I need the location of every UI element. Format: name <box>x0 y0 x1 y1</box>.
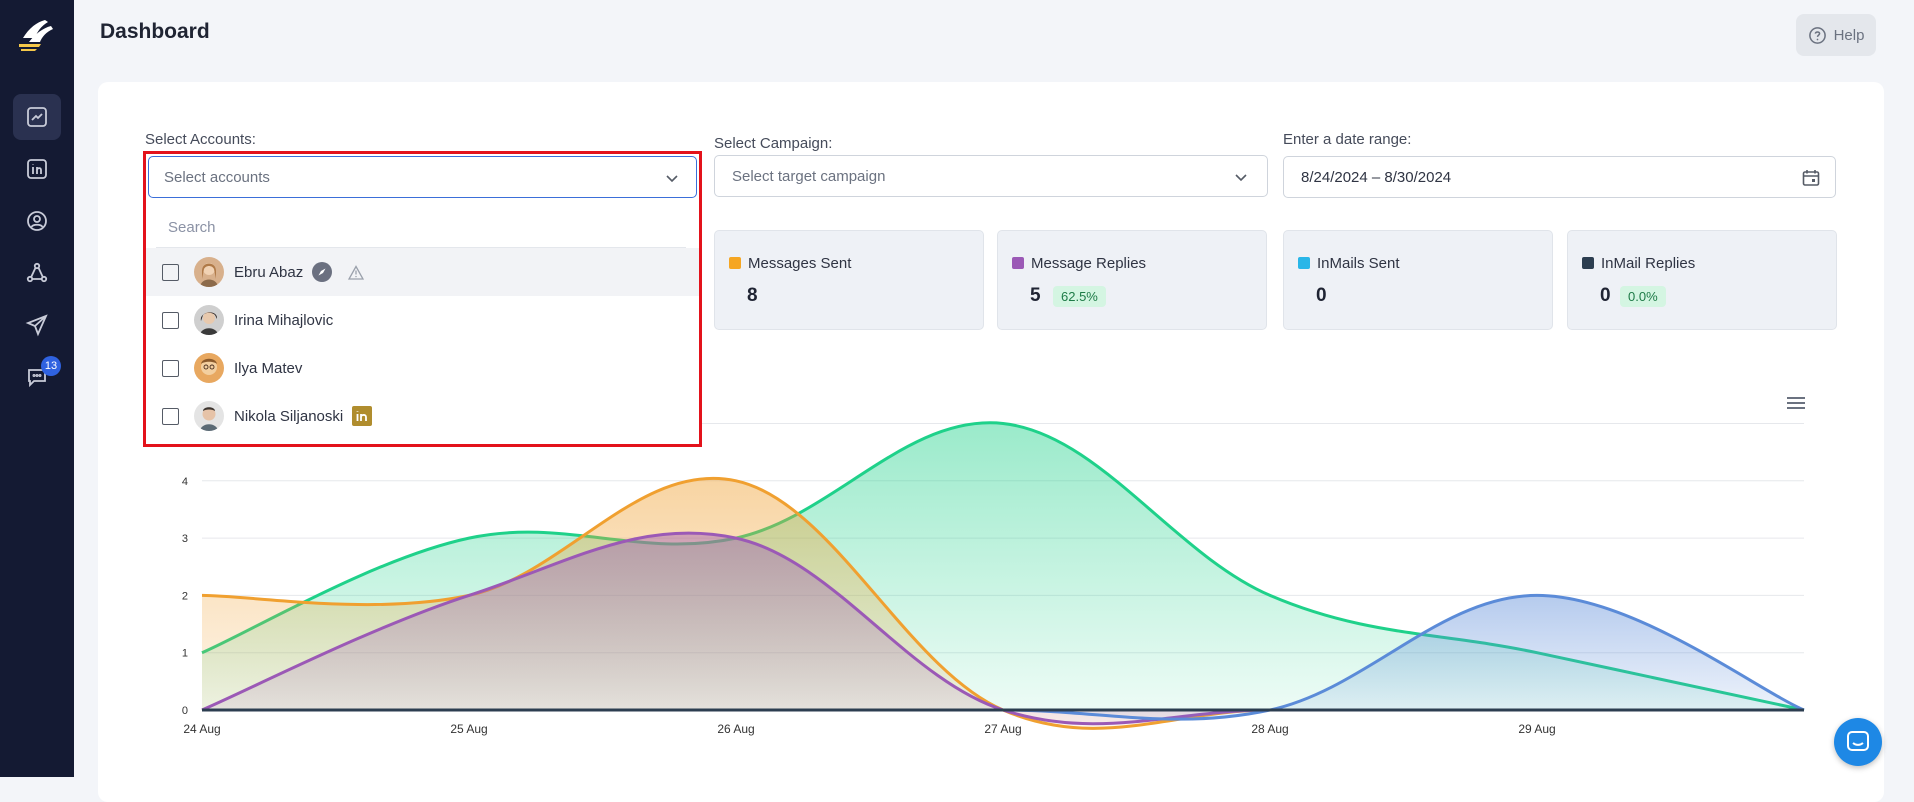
checkbox[interactable] <box>162 311 179 329</box>
account-name: Irina Mihajlovic <box>234 311 334 329</box>
stat-inmail-replies: InMail Replies 0 0.0% <box>1567 230 1837 330</box>
avatar <box>194 401 224 431</box>
checkbox[interactable] <box>162 407 179 425</box>
y-tick-label: 1 <box>182 648 188 660</box>
avatar <box>194 305 224 335</box>
date-range-value: 8/24/2024 – 8/30/2024 <box>1301 168 1452 186</box>
legend-swatch <box>1298 257 1310 269</box>
stat-percent-badge: 0.0% <box>1620 286 1666 307</box>
page-title: Dashboard <box>100 20 210 43</box>
account-name: Nikola Siljanoski <box>234 407 344 425</box>
y-tick-label: 0 <box>182 705 188 717</box>
campaign-select[interactable]: Select target campaign <box>714 155 1268 197</box>
account-option-ilya[interactable]: Ilya Matev <box>146 344 699 392</box>
sidebar-item-profile[interactable] <box>13 198 61 244</box>
stat-value: 0 <box>1316 285 1327 306</box>
account-name: Ilya Matev <box>234 359 303 377</box>
compass-icon <box>312 262 333 282</box>
stat-value: 5 <box>1030 285 1041 306</box>
account-option-ebru[interactable]: Ebru Abaz <box>146 248 699 296</box>
account-name: Ebru Abaz <box>234 263 304 281</box>
stat-value: 8 <box>747 285 758 306</box>
network-icon <box>26 262 48 283</box>
accounts-list: Ebru Abaz Irina Mihajlovic Ilya Matev Ni… <box>146 248 699 440</box>
campaign-placeholder: Select target campaign <box>732 167 886 185</box>
x-tick-label: 27 Aug <box>984 722 1021 736</box>
sidebar: 13 <box>0 0 74 777</box>
account-option-nikola[interactable]: Nikola Siljanoski <box>146 392 699 440</box>
avatar <box>194 257 224 287</box>
help-label: Help <box>1833 26 1865 44</box>
sidebar-item-network[interactable] <box>13 250 61 296</box>
stat-value: 0 <box>1600 285 1611 306</box>
date-range-label: Enter a date range: <box>1283 131 1412 148</box>
accounts-placeholder: Select accounts <box>164 168 270 186</box>
stat-message-replies: Message Replies 5 62.5% <box>997 230 1267 330</box>
accounts-search-input[interactable]: Search <box>156 208 686 248</box>
chevron-down-icon <box>1235 174 1247 182</box>
help-button[interactable]: Help <box>1796 14 1876 56</box>
sidebar-item-linkedin[interactable] <box>13 146 61 192</box>
legend-swatch <box>1582 257 1594 269</box>
warning-icon <box>348 264 365 280</box>
stat-inmails-sent: InMails Sent 0 <box>1283 230 1553 330</box>
y-tick-label: 2 <box>182 590 188 602</box>
chevron-down-icon <box>666 175 678 183</box>
support-chat-button[interactable] <box>1834 718 1882 766</box>
help-circle-icon <box>1808 26 1826 44</box>
checkbox[interactable] <box>162 359 179 377</box>
calendar-icon[interactable] <box>1801 168 1821 188</box>
sidebar-item-campaigns[interactable] <box>13 302 61 348</box>
date-range-input[interactable]: 8/24/2024 – 8/30/2024 <box>1283 156 1836 198</box>
unread-badge: 13 <box>41 356 61 376</box>
stat-label: InMails Sent <box>1317 255 1400 272</box>
app-logo[interactable] <box>15 14 59 54</box>
accounts-select[interactable]: Select accounts <box>148 156 697 198</box>
stat-percent-badge: 62.5% <box>1053 286 1106 307</box>
stat-label: InMail Replies <box>1601 255 1696 272</box>
trend-chart-icon <box>27 107 47 127</box>
account-option-irina[interactable]: Irina Mihajlovic <box>146 296 699 344</box>
linkedin-icon <box>352 406 373 426</box>
stat-label: Messages Sent <box>748 255 852 272</box>
checkbox[interactable] <box>162 263 179 281</box>
x-tick-label: 29 Aug <box>1518 722 1555 736</box>
legend-swatch <box>1012 257 1024 269</box>
linkedin-icon <box>27 159 47 179</box>
y-tick-label: 4 <box>182 476 188 488</box>
chat-bubble-icon <box>1847 731 1869 751</box>
x-tick-label: 26 Aug <box>717 722 754 736</box>
x-tick-label: 24 Aug <box>183 722 220 736</box>
sidebar-item-inbox[interactable]: 13 <box>13 354 61 400</box>
x-tick-label: 28 Aug <box>1251 722 1288 736</box>
accounts-dropdown: Select accounts Search Ebru Abaz Irina M… <box>143 151 702 447</box>
campaign-label: Select Campaign: <box>714 135 833 152</box>
x-tick-label: 25 Aug <box>450 722 487 736</box>
legend-swatch <box>729 257 741 269</box>
stat-label: Message Replies <box>1031 255 1147 272</box>
stat-messages-sent: Messages Sent 8 <box>714 230 984 330</box>
y-tick-label: 3 <box>182 533 188 545</box>
user-circle-icon <box>27 211 47 231</box>
accounts-label: Select Accounts: <box>145 131 256 148</box>
sidebar-item-dashboard[interactable] <box>13 94 61 140</box>
send-icon <box>25 314 48 337</box>
avatar <box>194 353 224 383</box>
